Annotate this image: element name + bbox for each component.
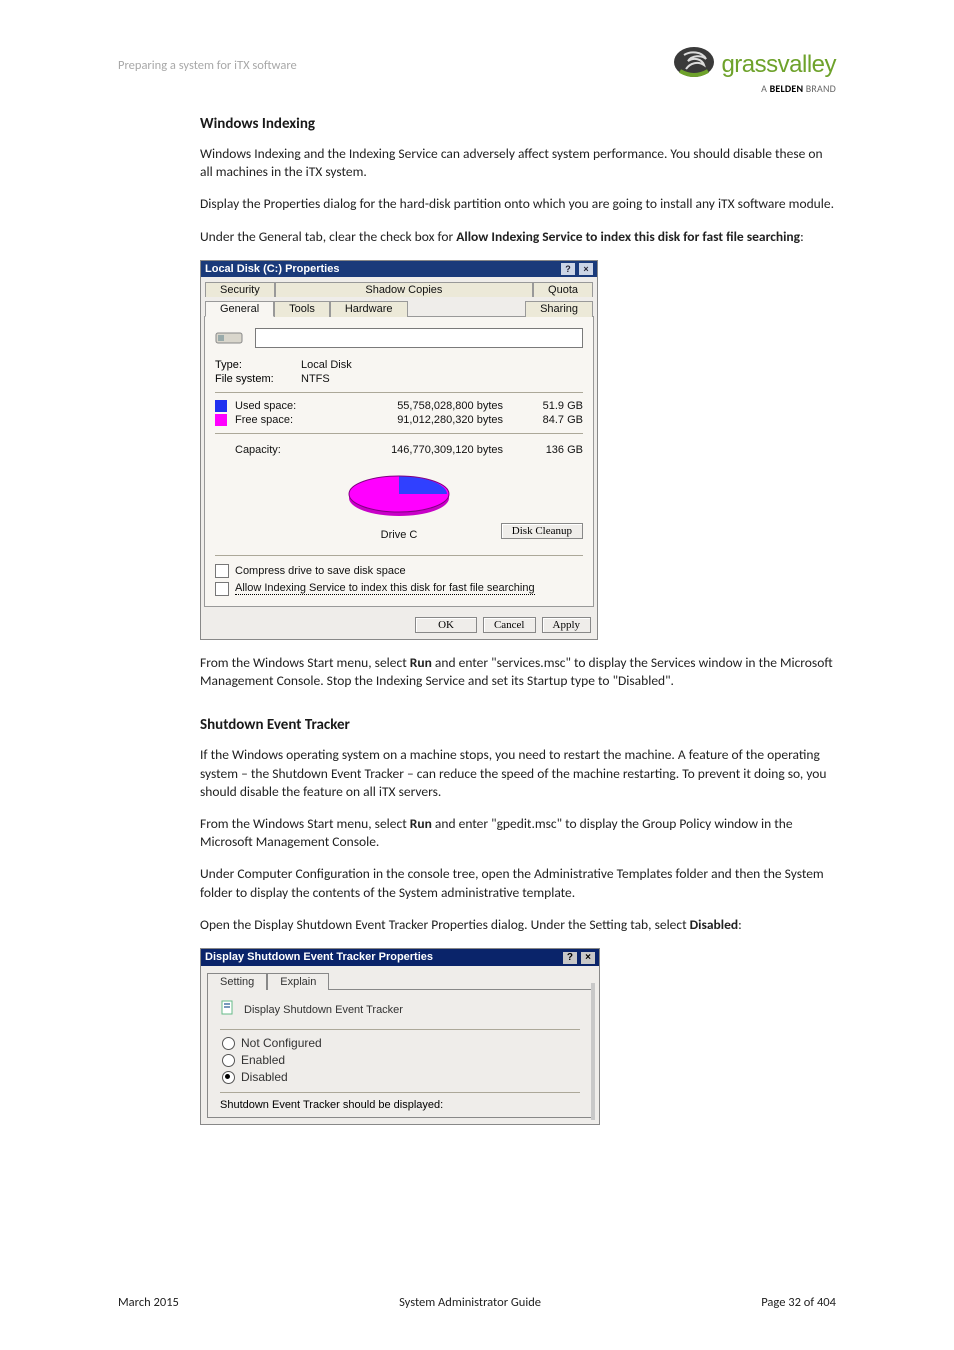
- tab-quota[interactable]: Quota: [533, 282, 593, 297]
- para-st-2: From the Windows Start menu, select Run …: [200, 815, 836, 851]
- para-st-3: Under Computer Configuration in the cons…: [200, 865, 836, 901]
- ok-button[interactable]: OK: [415, 617, 477, 633]
- footer-page: Page 32 of 404: [761, 1295, 836, 1310]
- radio-not-configured[interactable]: [222, 1037, 235, 1050]
- brand-logo: grassvalley A BELDEN BRAND: [672, 45, 836, 95]
- cancel-button[interactable]: Cancel: [483, 617, 536, 633]
- tab-security[interactable]: Security: [205, 282, 275, 297]
- free-gb: 84.7 GB: [523, 414, 583, 426]
- radio-disabled[interactable]: [222, 1071, 235, 1084]
- used-gb: 51.9 GB: [523, 400, 583, 412]
- heading-shutdown-tracker: Shutdown Event Tracker: [200, 716, 836, 734]
- tab-general[interactable]: General: [205, 301, 274, 317]
- capacity-pie: [215, 462, 583, 527]
- dialog2-title-buttons: ? ×: [562, 951, 595, 964]
- help-icon[interactable]: ?: [563, 952, 577, 964]
- close-icon[interactable]: ×: [581, 952, 595, 964]
- para-wi-4: From the Windows Start menu, select Run …: [200, 654, 836, 690]
- used-label: Used space:: [235, 400, 315, 412]
- opt-enabled: Enabled: [241, 1053, 285, 1067]
- policy-icon: [220, 1000, 236, 1019]
- used-bytes: 55,758,028,800 bytes: [315, 400, 523, 412]
- volume-label-input[interactable]: [255, 328, 583, 348]
- used-swatch: [215, 400, 227, 412]
- close-icon[interactable]: ×: [579, 263, 593, 275]
- indexing-label: Allow Indexing Service to index this dis…: [235, 582, 535, 595]
- para-st-1: If the Windows operating system on a mac…: [200, 746, 836, 801]
- indexing-checkbox[interactable]: [215, 582, 229, 596]
- apply-button[interactable]: Apply: [542, 617, 592, 633]
- doc-header-title: Preparing a system for iTX software: [118, 58, 297, 73]
- fs-label: File system:: [215, 373, 295, 385]
- fs-value: NTFS: [301, 373, 330, 385]
- free-swatch: [215, 414, 227, 426]
- capacity-label: Capacity:: [235, 444, 335, 456]
- dialog1-buttons: OK Cancel Apply: [201, 611, 597, 639]
- drive-label: Drive C: [381, 529, 418, 541]
- type-label: Type:: [215, 359, 295, 371]
- para-st-4: Open the Display Shutdown Event Tracker …: [200, 916, 836, 934]
- dialog2-panel: Display Shutdown Event Tracker Not Confi…: [207, 989, 593, 1118]
- para-wi-1: Windows Indexing and the Indexing Servic…: [200, 145, 836, 181]
- tab-sharing[interactable]: Sharing: [525, 301, 593, 317]
- dialog1-title-buttons: ? ×: [560, 263, 593, 275]
- page: Preparing a system for iTX software gras…: [0, 0, 954, 1350]
- disk-properties-dialog: Local Disk (C:) Properties ? × Security …: [200, 260, 598, 640]
- radio-enabled[interactable]: [222, 1054, 235, 1067]
- compress-label: Compress drive to save disk space: [235, 565, 406, 577]
- footer-title: System Administrator Guide: [399, 1295, 541, 1310]
- dialog1-tabs-front: General Tools Hardware Sharing: [201, 296, 597, 316]
- compress-checkbox[interactable]: [215, 564, 229, 578]
- logo-text: grassvalley: [721, 51, 836, 79]
- gv-badge-icon: [672, 45, 716, 84]
- para-wi-3: Under the General tab, clear the check b…: [200, 228, 836, 246]
- opt-disabled: Disabled: [241, 1070, 288, 1084]
- policy-name: Display Shutdown Event Tracker: [244, 1004, 403, 1016]
- disk-cleanup-button[interactable]: Disk Cleanup: [501, 523, 583, 539]
- tab-setting[interactable]: Setting: [207, 973, 267, 990]
- heading-windows-indexing: Windows Indexing: [200, 115, 836, 133]
- free-label: Free space:: [235, 414, 315, 426]
- subpanel-label: Shutdown Event Tracker should be display…: [220, 1099, 580, 1111]
- page-footer: March 2015 System Administrator Guide Pa…: [118, 1295, 836, 1310]
- dialog1-title: Local Disk (C:) Properties: [205, 263, 339, 275]
- dialog1-titlebar: Local Disk (C:) Properties ? ×: [201, 261, 597, 277]
- page-content: Windows Indexing Windows Indexing and th…: [200, 115, 836, 1125]
- footer-date: March 2015: [118, 1295, 179, 1310]
- tab-hardware[interactable]: Hardware: [330, 301, 408, 317]
- dialog2-shadow: [591, 983, 595, 1120]
- tab-shadow-copies[interactable]: Shadow Copies: [275, 282, 533, 297]
- capacity-bytes: 146,770,309,120 bytes: [335, 444, 523, 456]
- type-value: Local Disk: [301, 359, 352, 371]
- drive-icon: [215, 327, 243, 350]
- running-header: Preparing a system for iTX software gras…: [118, 55, 836, 105]
- free-bytes: 91,012,280,320 bytes: [315, 414, 523, 426]
- help-icon[interactable]: ?: [561, 263, 575, 275]
- dialog2-title: Display Shutdown Event Tracker Propertie…: [205, 951, 433, 964]
- dialog1-tabs-back: Security Shadow Copies Quota: [201, 277, 597, 296]
- shutdown-tracker-dialog: Display Shutdown Event Tracker Propertie…: [200, 948, 600, 1125]
- para-wi-2: Display the Properties dialog for the ha…: [200, 195, 836, 213]
- dialog2-tabs: SettingExplain: [201, 966, 599, 989]
- dialog1-body: Type: Local Disk File system: NTFS Used sp…: [204, 316, 594, 607]
- tab-tools[interactable]: Tools: [274, 301, 330, 317]
- capacity-gb: 136 GB: [523, 444, 583, 456]
- opt-not-configured: Not Configured: [241, 1036, 322, 1050]
- tab-explain[interactable]: Explain: [267, 973, 329, 990]
- dialog2-titlebar: Display Shutdown Event Tracker Propertie…: [201, 949, 599, 966]
